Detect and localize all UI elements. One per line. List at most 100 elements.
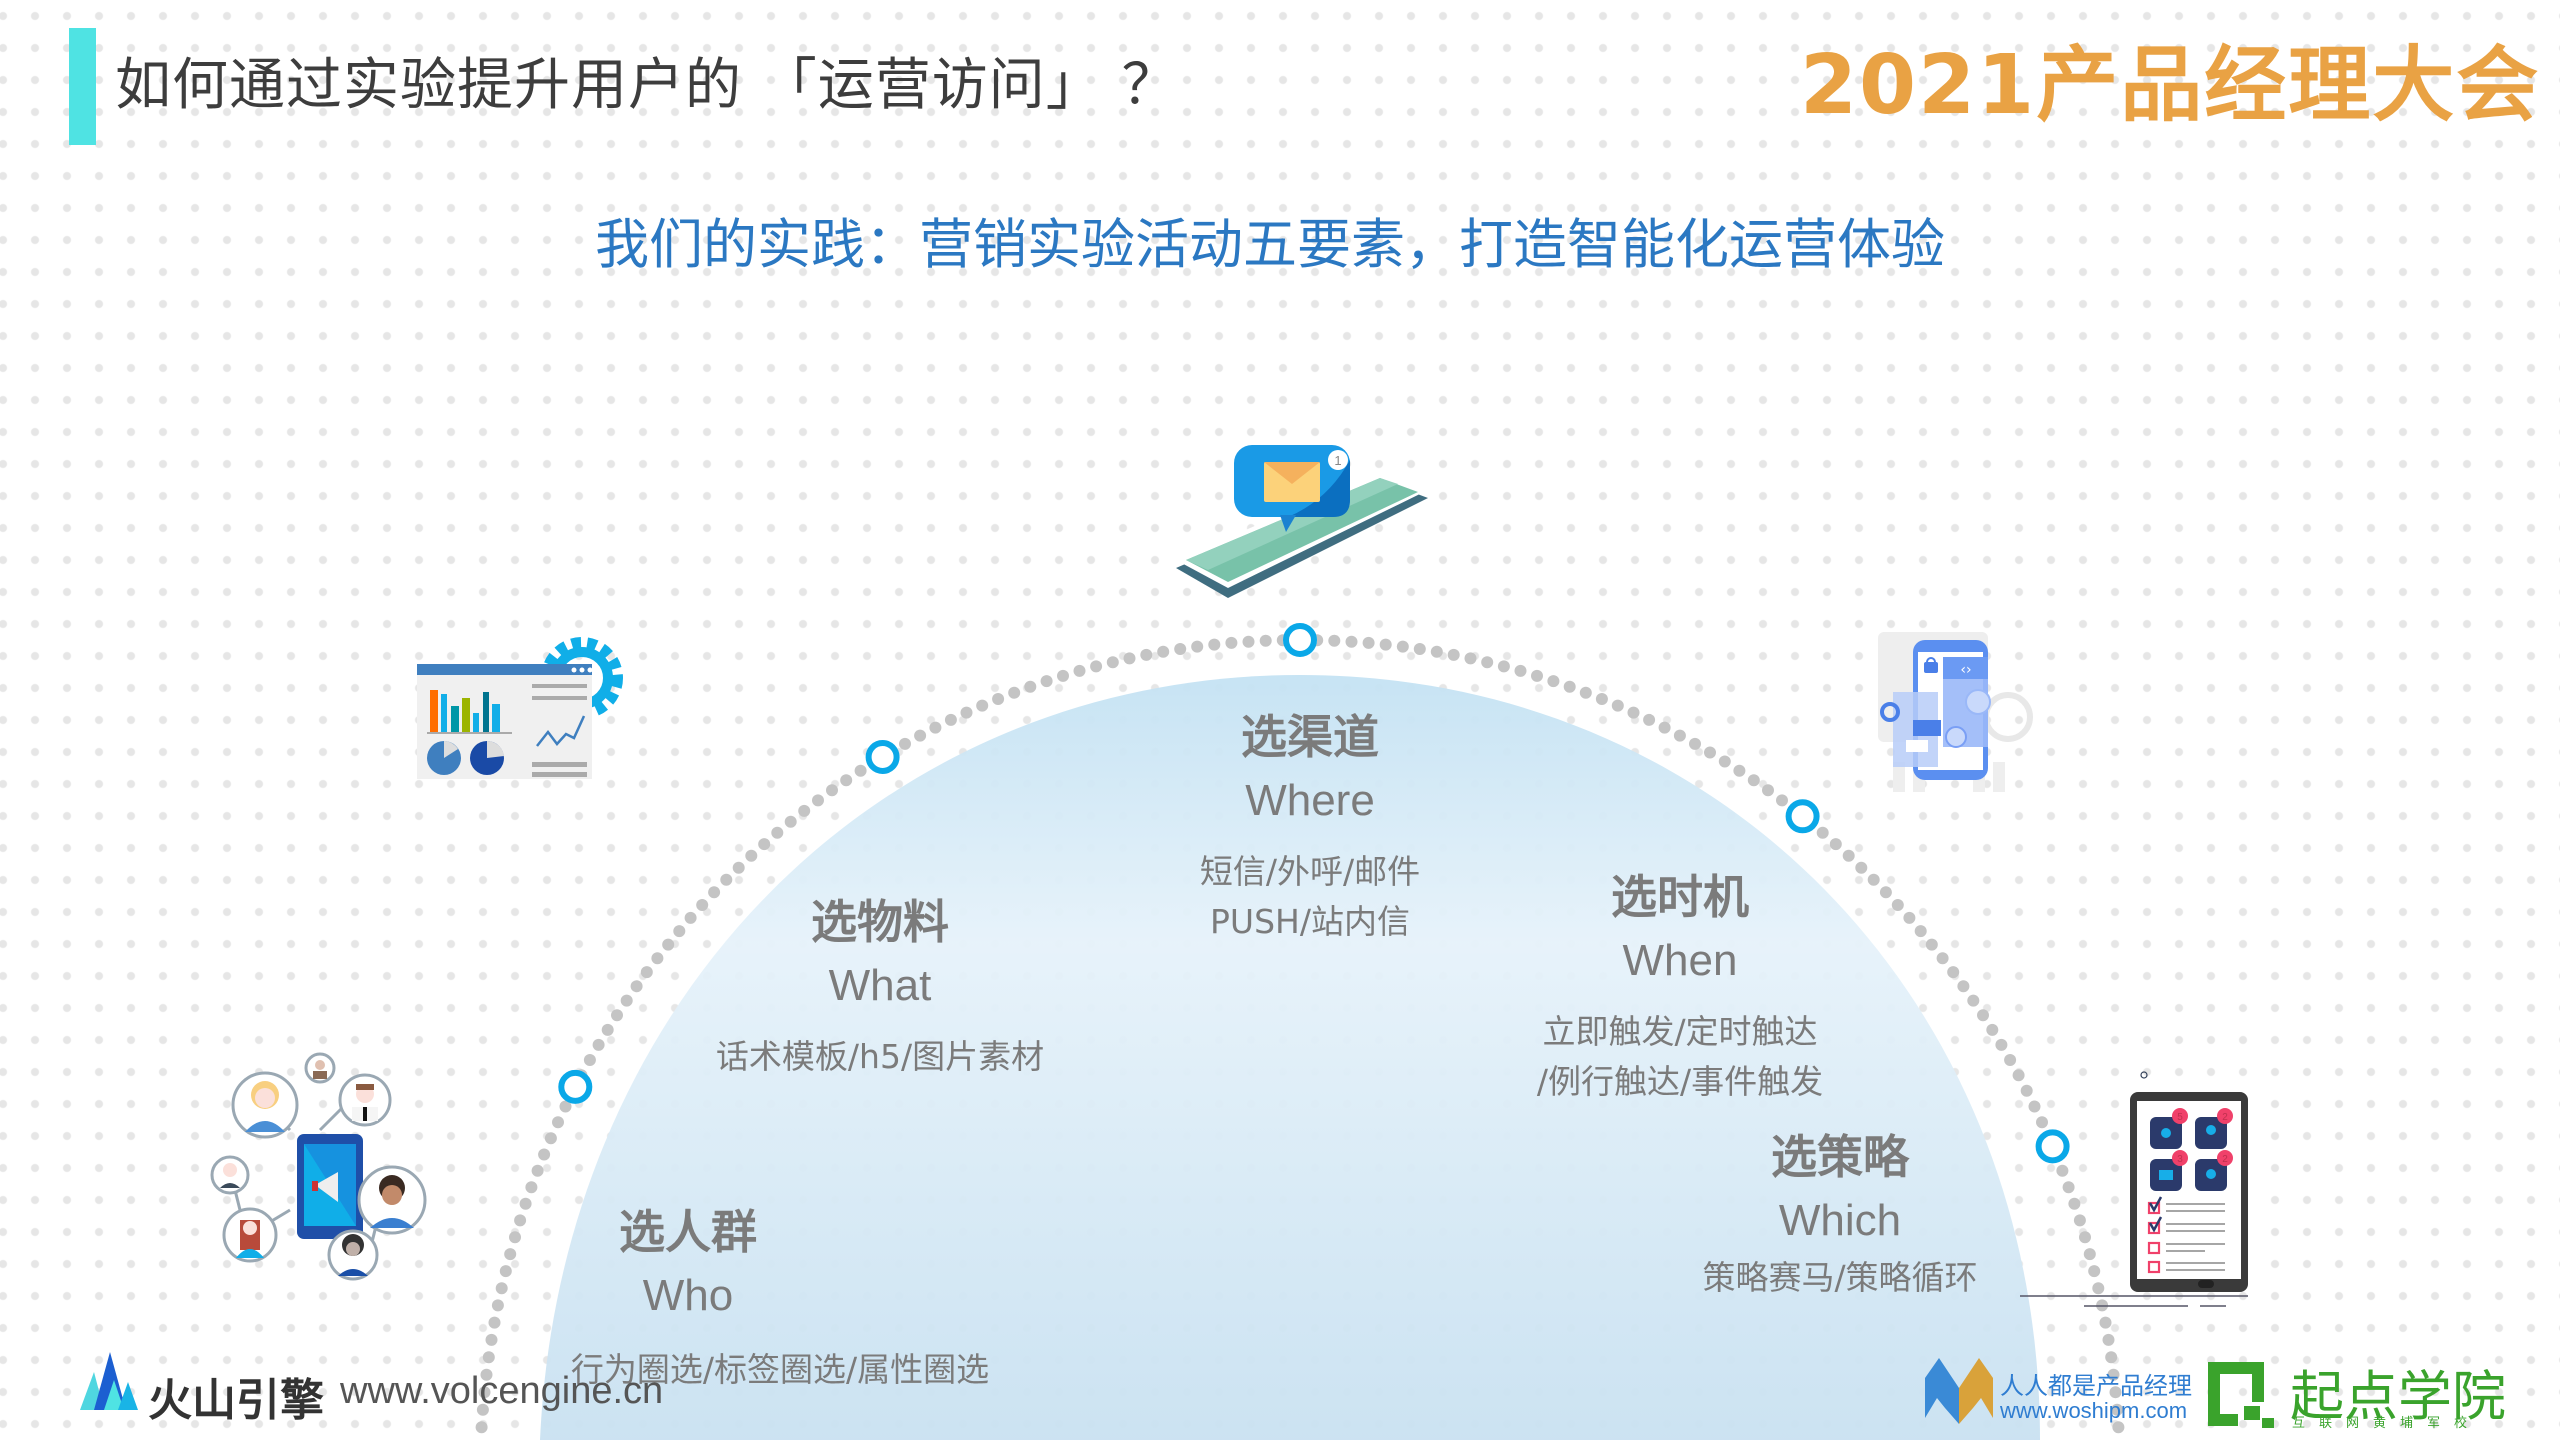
arc-dot [1957,980,1970,993]
arc-dot [552,1116,564,1129]
arc-dot [620,994,633,1007]
arc-dot [1936,952,1949,965]
arc-dot [475,1421,488,1434]
arc-dot [1106,656,1119,669]
element-where-title: 选渠道 [1241,710,1379,764]
arc-dot [2105,1351,2118,1364]
arc-dot [960,706,973,719]
title-accent-bar [69,28,96,145]
element-who: 选人群 Who [488,1200,888,1328]
arc-dot [1842,849,1855,862]
subtitle-text: 我们的实践：营销实验活动五要素，打造智能化运营体验 [595,213,1945,276]
badge-contacts: 2 [2222,1112,2228,1123]
arc-dot [525,1181,538,1194]
arc-dot [538,1148,551,1161]
arc-dot [826,784,838,797]
qidian-slogan: 互联网黄埔军校 [2292,1416,2482,1431]
arc-dot [1977,1009,1989,1022]
badge-mail: 3 [2177,1154,2183,1165]
arc-dot [1879,886,1892,899]
element-where-en: Where [1245,776,1375,825]
arc-dot [1328,634,1341,647]
people-network-icon [210,1052,427,1281]
volcengine-logo-icon [80,1352,138,1410]
arc-dot [1673,729,1686,742]
arc-dot [1413,643,1426,655]
element-when-title: 选时机 [1611,870,1749,924]
arc-dot [1816,826,1829,839]
arc-dot [1967,994,1980,1007]
element-when-desc-2: /例行触达/事件触发 [1536,1062,1824,1101]
arc-dot [1208,638,1221,651]
element-what-title: 选物料 [811,895,949,949]
arc-dot [630,980,643,993]
element-which-en: Which [1778,1196,1902,1245]
arc-dot [1345,635,1358,648]
arc-dot [798,804,811,817]
page-title: 如何通过实验提升用户的 「运营访问」 ？ [115,53,1179,118]
arc-dot [583,1054,596,1066]
arc-dot [1903,911,1916,924]
element-where-desc-1: 短信/外呼/邮件 [1199,852,1421,891]
phone-checklist-icon: 5 2 3 2 [2020,1071,2248,1307]
qidian-logo-icon [2208,1362,2274,1428]
arc-dot [1689,737,1701,750]
arc-dot [758,838,771,851]
arc-dot [1225,636,1238,649]
arc-dot [485,1333,498,1346]
arc-dot [531,1164,544,1177]
arc-dot [1747,774,1760,787]
arc-dot [1704,746,1716,759]
element-which-title: 选策略 [1771,1130,1909,1184]
arc-dot [1914,925,1927,938]
arc-dot [601,1023,614,1036]
arc-dot [1829,838,1842,851]
arc-dot [640,966,653,979]
arc-dot [1643,713,1656,726]
conference-brand: 2021产品经理大会 [1800,38,2541,133]
arc-dot [899,737,911,750]
arc-dot [1447,648,1460,661]
arc-dot [929,721,942,734]
arc-dot [1563,680,1576,693]
arc-dot [592,1038,605,1051]
arc-dot [1242,635,1255,648]
arc-dot [1947,966,1960,979]
element-who-en: Who [642,1271,734,1320]
arc-dot [1925,938,1938,951]
dashboard-analytics-icon [417,637,623,779]
arc-dot [1040,675,1053,688]
element-which-desc: 策略赛马/策略循环 [1702,1258,1978,1297]
arc-dot [1776,794,1788,807]
arc-dot [544,1132,557,1145]
element-what-desc: 话术模板/h5/图片素材 [715,1037,1045,1076]
arc-dot [1627,706,1640,719]
mobile-app-dev-icon: ‹› [1878,632,2033,792]
arc-dot [732,861,745,874]
arc-dot [1090,660,1103,673]
arc-dot [1464,652,1477,665]
woshipm-url[interactable]: www.woshipm.com [2000,1398,2187,1424]
element-which: 选策略 Which 策略赛马/策略循环 [1640,1125,2040,1303]
svg-text:‹›: ‹› [1960,662,1971,678]
arc-dot [1891,899,1904,911]
arc-dot [1174,643,1187,655]
arc-dot [1762,784,1774,797]
arc-dot [2102,1333,2115,1346]
element-when: 选时机 When 立即触发/定时触达 /例行触达/事件触发 [1480,865,1880,1107]
element-who-title: 选人群 [619,1205,757,1259]
arc-dot [1514,664,1527,677]
arc-dot [651,952,664,965]
arc-dot [1579,686,1592,699]
arc-dot [745,849,758,862]
arc-dot [1531,669,1543,682]
arc-dot [812,794,824,807]
volcengine-url[interactable]: www.volcengine.cn [340,1370,663,1413]
arc-dot [1362,636,1375,649]
arc-dot [1658,721,1671,734]
arc-dot [1259,634,1272,647]
element-what-en: What [828,961,932,1010]
arc-dot [1008,686,1021,699]
element-when-en: When [1622,936,1738,985]
volcengine-name: 火山引擎 [148,1375,324,1426]
